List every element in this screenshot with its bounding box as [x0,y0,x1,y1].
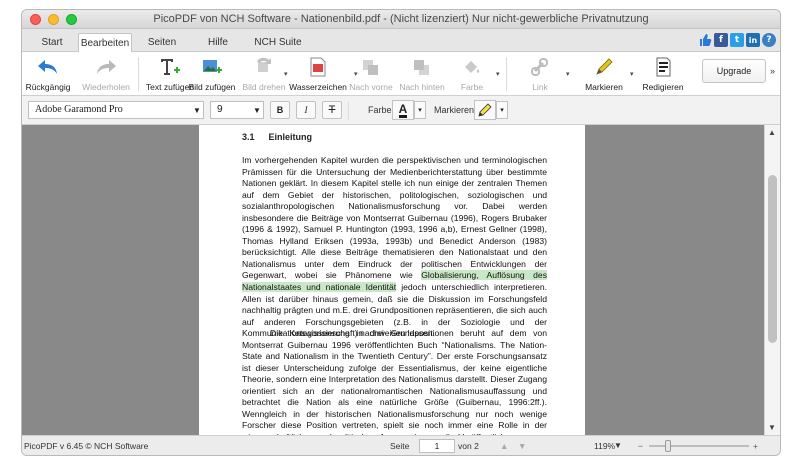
link-button[interactable]: Link [522,52,558,96]
thumbs-up-icon[interactable] [698,33,712,47]
maximize-window-button[interactable] [66,14,77,25]
tab-seiten[interactable]: Seiten [140,33,184,52]
link-dropdown-arrow[interactable]: ▾ [566,70,570,78]
redo-button[interactable]: Wiederholen [78,52,134,96]
add-image-button[interactable]: Bild zufügen [189,52,235,96]
app-window: PicoPDF von NCH Software - Nationenbild.… [22,10,780,455]
status-bar: PicoPDF v 6.45 © NCH Software Seite 1 vo… [22,435,780,455]
watermark-icon [307,56,329,78]
scroll-down-arrow-icon[interactable]: ▼ [768,423,776,432]
redact-icon [652,56,674,78]
toolbar-divider [506,57,507,91]
text-color-label: Farbe: [368,105,395,115]
help-icon[interactable]: ? [762,33,776,47]
tab-bearbeiten[interactable]: Bearbeiten [78,33,132,53]
scrollbar-thumb[interactable] [768,175,777,343]
zoom-out-button[interactable]: − [638,441,643,451]
send-backward-button[interactable]: Nach hinten [394,52,450,96]
section-number: 3.1 [242,132,255,142]
facebook-icon[interactable]: f [714,33,728,47]
highlight-pen-icon [478,103,492,117]
send-backward-icon [411,56,433,78]
paragraph-1[interactable]: Im vorhergehenden Kapitel wurden die per… [242,155,547,340]
scroll-up-arrow-icon[interactable]: ▲ [768,128,776,137]
bring-forward-icon [360,56,382,78]
page-number-input[interactable]: 1 [419,439,455,453]
add-image-icon [201,56,223,78]
upgrade-button[interactable]: Upgrade [702,59,766,83]
highlight-color-label: Markieren: [434,105,477,115]
format-bar: Adobe Garamond Pro ▼ 9 ▼ B I T Farbe: A … [22,96,780,125]
prev-page-arrow-icon[interactable]: ▲ [500,441,508,451]
page-count-label: von 2 [458,441,479,451]
bring-forward-button[interactable]: Nach vorne [344,52,398,96]
font-family-dropdown-icon[interactable]: ▼ [190,101,204,119]
minimize-window-button[interactable] [48,14,59,25]
text-color-dropdown-icon[interactable]: ▾ [414,101,426,119]
text-color-swatch[interactable]: A [392,100,414,120]
zoom-in-button[interactable]: + [753,441,758,451]
font-family-select[interactable]: Adobe Garamond Pro [28,101,204,119]
highlight-dropdown-arrow[interactable]: ▾ [630,70,634,78]
window-title: PicoPDF von NCH Software - Nationenbild.… [153,13,649,25]
text-color-icon: A [398,101,408,118]
italic-button[interactable]: I [296,101,316,119]
redo-icon [95,56,117,78]
rotate-image-button[interactable]: Bild drehen [240,52,288,96]
bold-button[interactable]: B [270,101,290,119]
redact-button[interactable]: Redigieren [638,52,688,96]
fill-color-icon [461,56,483,78]
highlight-pen-icon [593,56,615,78]
vertical-scrollbar[interactable]: ▲ ▼ [764,125,780,435]
tab-start[interactable]: Start [30,33,74,52]
tab-hilfe[interactable]: Hilfe [198,33,238,52]
tab-nch-suite[interactable]: NCH Suite [252,33,304,52]
format-divider [348,102,349,120]
strikethrough-button[interactable]: T [322,101,342,119]
zoom-dropdown-icon[interactable]: ▼ [614,441,622,450]
pdf-page[interactable]: 3.1 Einleitung Im vorhergehenden Kapitel … [199,125,585,435]
page-label: Seite [390,441,410,451]
document-viewport[interactable]: 3.1 Einleitung Im vorhergehenden Kapitel … [22,125,764,435]
watermark-button[interactable]: Wasserzeichen [289,52,347,96]
title-bar: PicoPDF von NCH Software - Nationenbild.… [22,10,780,29]
linkedin-icon[interactable]: in [746,33,760,47]
paragraph-2[interactable]: Die Kategorisierung in drei Grundpositio… [242,328,547,435]
next-page-arrow-icon[interactable]: ▼ [518,441,526,451]
twitter-icon[interactable]: t [730,33,744,47]
undo-icon [37,56,59,78]
rotate-image-icon [253,56,275,78]
undo-button[interactable]: Rückgängig [26,52,70,96]
highlight-color-swatch[interactable] [474,100,496,120]
add-text-icon [159,56,181,78]
zoom-slider-track[interactable] [649,445,749,447]
version-text: PicoPDF v 6.45 © NCH Software [24,441,149,451]
ribbon-toolbar: Rückgängig Wiederholen Text zufügen Bild… [22,52,780,96]
zoom-slider-thumb[interactable] [665,440,671,452]
highlight-button[interactable]: Markieren [582,52,626,96]
section-heading: 3.1 Einleitung [242,132,312,142]
window-controls [30,14,77,25]
close-window-button[interactable] [30,14,41,25]
rotate-dropdown-arrow[interactable]: ▾ [284,70,288,78]
more-tools-button[interactable]: » [770,66,775,76]
color-dropdown-arrow[interactable]: ▾ [496,70,500,78]
ribbon-tabs: Start Bearbeiten Seiten Hilfe NCH Suite … [22,29,780,53]
font-size-dropdown-icon[interactable]: ▼ [250,101,264,119]
highlight-color-dropdown-icon[interactable]: ▾ [496,101,508,119]
zoom-level[interactable]: 119% [594,441,615,451]
link-icon [529,56,551,78]
section-title: Einleitung [268,132,313,142]
fill-color-button[interactable]: Farbe [454,52,490,96]
